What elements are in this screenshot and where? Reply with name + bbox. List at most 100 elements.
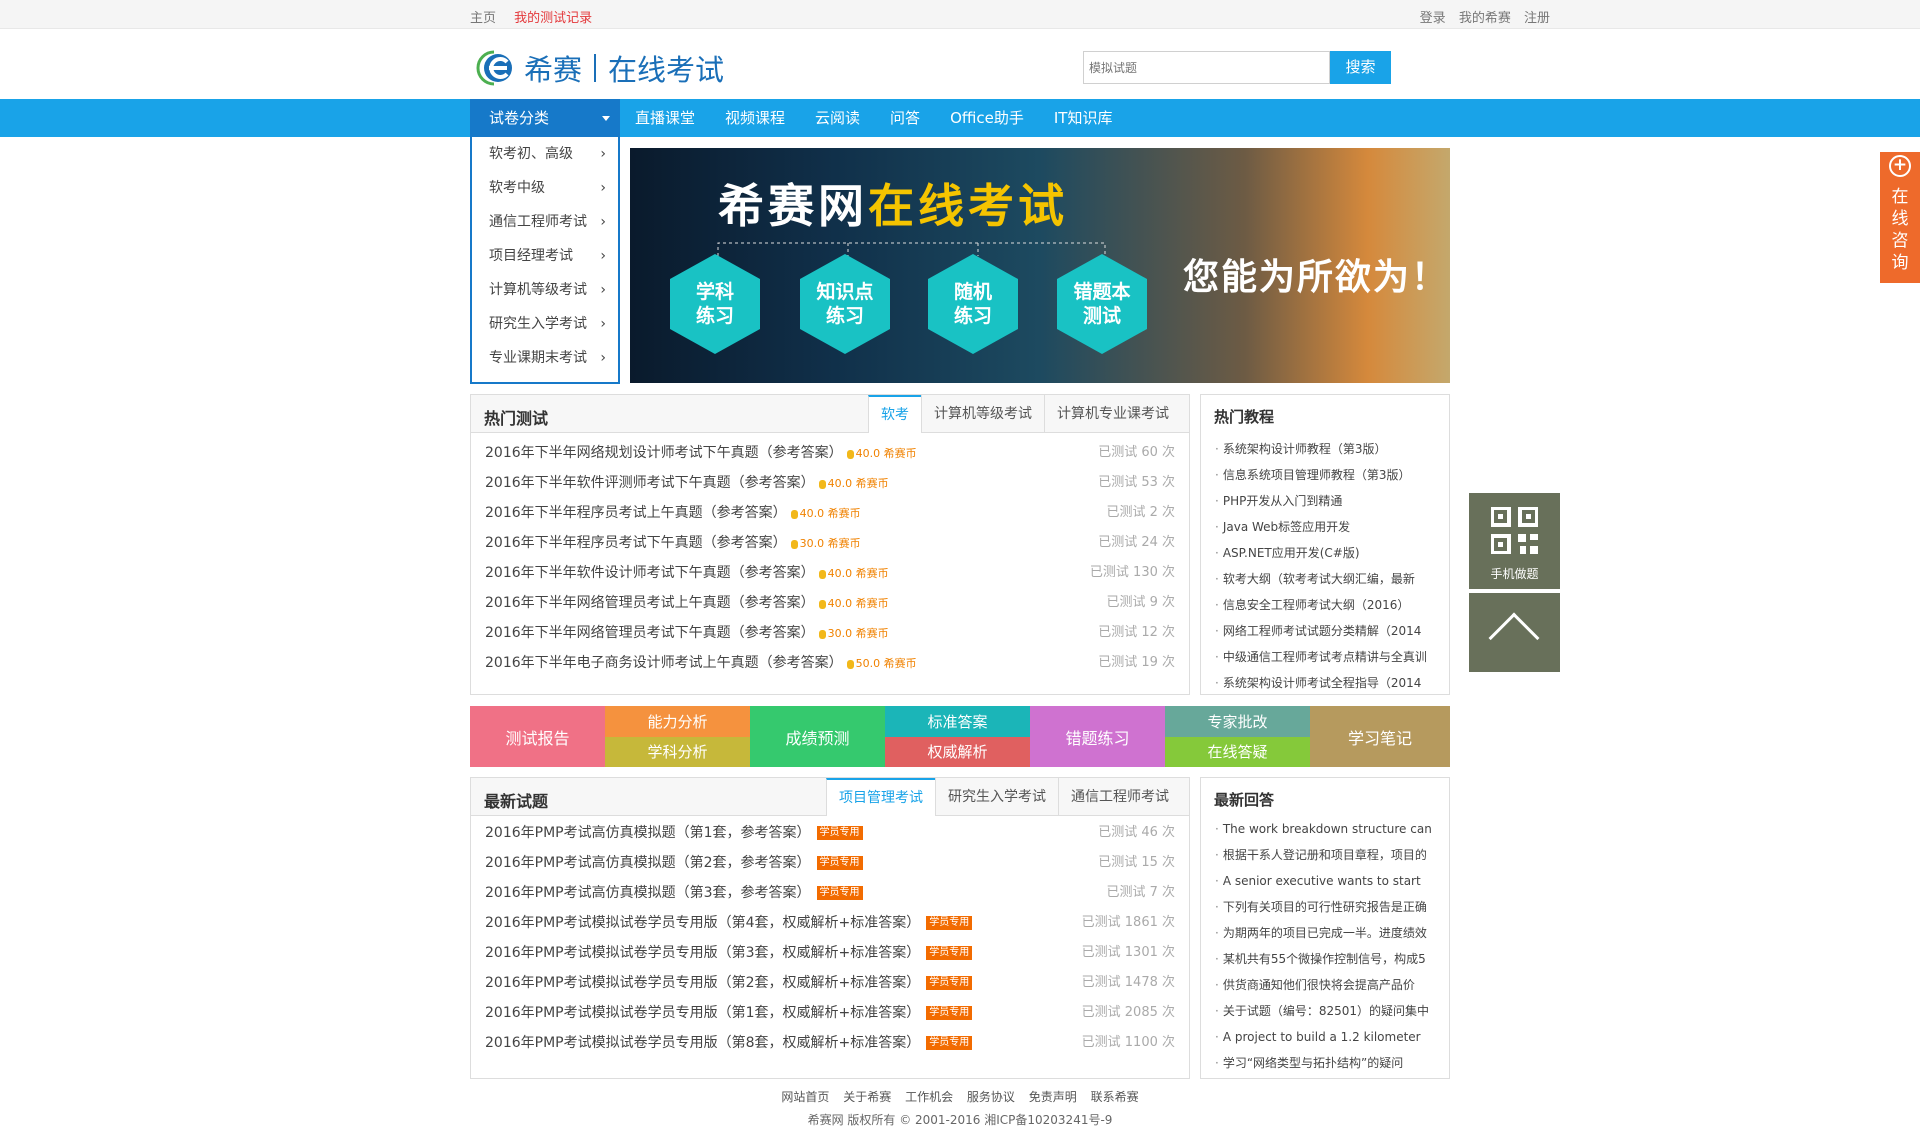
- tutorial-link[interactable]: PHP开发从入门到精通: [1215, 488, 1441, 514]
- nav-video-courses[interactable]: 视频课程: [725, 99, 785, 137]
- test-name[interactable]: 2016年下半年电子商务设计师考试上午真题（参考答案）: [485, 655, 843, 671]
- feature-test-report[interactable]: 测试报告: [470, 706, 605, 767]
- test-name[interactable]: 2016年下半年网络管理员考试上午真题（参考答案）: [485, 595, 815, 611]
- register-link[interactable]: 注册: [1524, 11, 1550, 26]
- feature-wrong-practice[interactable]: 错题练习: [1030, 706, 1165, 767]
- test-name[interactable]: 2016年下半年软件评测师考试下午真题（参考答案）: [485, 475, 815, 491]
- feature-standard-answer[interactable]: 标准答案: [885, 706, 1030, 737]
- answer-link[interactable]: 为期两年的项目已完成一半。进度绩效: [1215, 920, 1441, 946]
- tab-communication-engineer[interactable]: 通信工程师考试: [1058, 778, 1181, 816]
- hot-test-row[interactable]: 2016年下半年软件评测师考试下午真题（参考答案） 40.0 希赛币 已测试 53 …: [485, 468, 1175, 498]
- nav-qa[interactable]: 问答: [890, 99, 920, 137]
- answer-link[interactable]: 下列有关项目的可行性研究报告是正确: [1215, 894, 1441, 920]
- latest-test-row[interactable]: 2016年PMP考试模拟试卷学员专用版（第8套，权威解析+标准答案） 学员专用 已测…: [485, 1028, 1175, 1058]
- test-name[interactable]: 2016年PMP考试高仿真模拟题（第3套，参考答案）: [485, 885, 811, 901]
- my-tests-link[interactable]: 我的测试记录: [514, 11, 592, 26]
- tab-computer-level[interactable]: 计算机等级考试: [921, 395, 1044, 433]
- footer-link-home[interactable]: 网站首页: [781, 1090, 829, 1104]
- hot-test-row[interactable]: 2016年下半年程序员考试下午真题（参考答案） 30.0 希赛币 已测试 24 次: [485, 528, 1175, 558]
- tutorial-link[interactable]: ASP.NET应用开发(C#版): [1215, 540, 1441, 566]
- feature-subject-analysis[interactable]: 学科分析: [605, 736, 750, 767]
- feature-online-qa[interactable]: 在线答疑: [1165, 736, 1310, 767]
- feature-expert-review[interactable]: 专家批改: [1165, 706, 1310, 737]
- feature-authority-analysis[interactable]: 权威解析: [885, 736, 1030, 767]
- latest-test-row[interactable]: 2016年PMP考试模拟试卷学员专用版（第3套，权威解析+标准答案） 学员专用 已测…: [485, 938, 1175, 968]
- feature-ability-analysis[interactable]: 能力分析: [605, 706, 750, 737]
- test-name[interactable]: 2016年下半年网络管理员考试下午真题（参考答案）: [485, 625, 815, 641]
- search-input[interactable]: [1083, 51, 1330, 84]
- search-button[interactable]: 搜索: [1330, 51, 1391, 84]
- latest-test-row[interactable]: 2016年PMP考试模拟试卷学员专用版（第1套，权威解析+标准答案） 学员专用 已测…: [485, 998, 1175, 1028]
- test-name[interactable]: 2016年PMP考试模拟试卷学员专用版（第4套，权威解析+标准答案）: [485, 915, 920, 931]
- answer-link[interactable]: 关于试题（编号：82501）的疑问集中: [1215, 998, 1441, 1024]
- tutorial-link[interactable]: 系统架构设计师考试全程指导（2014: [1215, 670, 1441, 696]
- tutorial-link[interactable]: 网络工程师考试试题分类精解（2014: [1215, 618, 1441, 644]
- tab-postgraduate[interactable]: 研究生入学考试: [935, 778, 1058, 816]
- login-link[interactable]: 登录: [1420, 11, 1446, 26]
- answer-link[interactable]: 供货商通知他们很快将会提高产品价: [1215, 972, 1441, 998]
- category-item[interactable]: 专业课期末考试 ›: [472, 341, 618, 375]
- test-name[interactable]: 2016年PMP考试高仿真模拟题（第1套，参考答案）: [485, 825, 811, 841]
- hot-test-row[interactable]: 2016年下半年软件设计师考试下午真题（参考答案） 40.0 希赛币 已测试 130…: [485, 558, 1175, 588]
- my-xisai-link[interactable]: 我的希赛: [1459, 11, 1511, 26]
- test-name[interactable]: 2016年PMP考试模拟试卷学员专用版（第2套，权威解析+标准答案）: [485, 975, 920, 991]
- hot-test-row[interactable]: 2016年下半年程序员考试上午真题（参考答案） 40.0 希赛币 已测试 2 次: [485, 498, 1175, 528]
- latest-test-row[interactable]: 2016年PMP考试模拟试卷学员专用版（第2套，权威解析+标准答案） 学员专用 已测…: [485, 968, 1175, 998]
- test-name[interactable]: 2016年PMP考试模拟试卷学员专用版（第3套，权威解析+标准答案）: [485, 945, 920, 961]
- tutorial-link[interactable]: 软考大纲（软考考试大纲汇编，最新: [1215, 566, 1441, 592]
- footer-link-about[interactable]: 关于希赛: [843, 1090, 891, 1104]
- hot-test-row[interactable]: 2016年下半年电子商务设计师考试上午真题（参考答案） 50.0 希赛币 已测试 1…: [485, 648, 1175, 678]
- footer-link-contact[interactable]: 联系希赛: [1091, 1090, 1139, 1104]
- back-to-top-button[interactable]: [1469, 593, 1560, 672]
- tutorial-link[interactable]: 中级通信工程师考试考点精讲与全真训: [1215, 644, 1441, 670]
- feature-study-notes[interactable]: 学习笔记: [1310, 706, 1450, 767]
- category-item[interactable]: 研究生入学考试 ›: [472, 307, 618, 341]
- footer-link-disclaimer[interactable]: 免责声明: [1029, 1090, 1077, 1104]
- category-item[interactable]: 通信工程师考试 ›: [472, 205, 618, 239]
- nav-it-knowledge[interactable]: IT知识库: [1054, 99, 1113, 137]
- hot-test-row[interactable]: 2016年下半年网络规划设计师考试下午真题（参考答案） 40.0 希赛币 已测试 6…: [485, 438, 1175, 468]
- category-item[interactable]: 软考中级 ›: [472, 171, 618, 205]
- tutorial-link[interactable]: 系统架构设计师教程（第3版）: [1215, 436, 1441, 462]
- category-item[interactable]: 软考初、高级 ›: [472, 137, 618, 171]
- promo-banner[interactable]: 希赛网在线考试 学科 练习 知识点 练习 随机 练习 错题本 测试 您能为所欲为…: [630, 148, 1450, 383]
- test-name[interactable]: 2016年下半年软件设计师考试下午真题（参考答案）: [485, 565, 815, 581]
- answer-link[interactable]: 学习“网络类型与拓扑结构”的疑问: [1215, 1050, 1441, 1076]
- footer-link-terms[interactable]: 服务协议: [967, 1090, 1015, 1104]
- category-item[interactable]: 项目经理考试 ›: [472, 239, 618, 273]
- tutorial-link[interactable]: 信息系统项目管理师教程（第3版）: [1215, 462, 1441, 488]
- hot-test-row[interactable]: 2016年下半年网络管理员考试下午真题（参考答案） 30.0 希赛币 已测试 12 …: [485, 618, 1175, 648]
- tab-computer-major[interactable]: 计算机专业课考试: [1044, 395, 1181, 433]
- answer-link[interactable]: A senior executive wants to start: [1215, 868, 1441, 894]
- footer-link-jobs[interactable]: 工作机会: [905, 1090, 953, 1104]
- online-consult-button[interactable]: + 在线咨询: [1880, 152, 1920, 283]
- category-item[interactable]: 计算机等级考试 ›: [472, 273, 618, 307]
- latest-test-row[interactable]: 2016年PMP考试模拟试卷学员专用版（第4套，权威解析+标准答案） 学员专用 已测…: [485, 908, 1175, 938]
- test-name[interactable]: 2016年PMP考试模拟试卷学员专用版（第8套，权威解析+标准答案）: [485, 1035, 920, 1051]
- nav-cloud-read[interactable]: 云阅读: [815, 99, 860, 137]
- tab-ruankao[interactable]: 软考: [868, 395, 921, 433]
- tutorial-link[interactable]: Java Web标签应用开发: [1215, 514, 1441, 540]
- test-name[interactable]: 2016年PMP考试高仿真模拟题（第2套，参考答案）: [485, 855, 811, 871]
- test-name[interactable]: 2016年下半年程序员考试下午真题（参考答案）: [485, 535, 787, 551]
- hot-test-row[interactable]: 2016年下半年网络管理员考试上午真题（参考答案） 40.0 希赛币 已测试 9 次: [485, 588, 1175, 618]
- answer-link[interactable]: A project to build a 1.2 kilometer: [1215, 1024, 1441, 1050]
- nav-live-class[interactable]: 直播课堂: [635, 99, 695, 137]
- latest-test-row[interactable]: 2016年PMP考试高仿真模拟题（第3套，参考答案） 学员专用 已测试 7 次: [485, 878, 1175, 908]
- answer-link[interactable]: 根据干系人登记册和项目章程，项目的: [1215, 842, 1441, 868]
- site-logo[interactable]: 希赛 在线考试: [472, 47, 724, 89]
- tab-project-management[interactable]: 项目管理考试: [826, 778, 935, 816]
- answer-link[interactable]: The work breakdown structure can: [1215, 816, 1441, 842]
- home-link[interactable]: 主页: [470, 11, 496, 26]
- test-name[interactable]: 2016年下半年程序员考试上午真题（参考答案）: [485, 505, 787, 521]
- nav-office-helper[interactable]: Office助手: [950, 99, 1024, 137]
- latest-test-row[interactable]: 2016年PMP考试高仿真模拟题（第2套，参考答案） 学员专用 已测试 15 次: [485, 848, 1175, 878]
- answer-link[interactable]: 某机共有55个微操作控制信号，构成5: [1215, 946, 1441, 972]
- category-dropdown[interactable]: 试卷分类: [470, 99, 620, 137]
- test-name[interactable]: 2016年PMP考试模拟试卷学员专用版（第1套，权威解析+标准答案）: [485, 1005, 920, 1021]
- feature-score-predict[interactable]: 成绩预测: [750, 706, 885, 767]
- mobile-qr-button[interactable]: 手机做题: [1469, 493, 1560, 589]
- test-name[interactable]: 2016年下半年网络规划设计师考试下午真题（参考答案）: [485, 445, 843, 461]
- latest-test-row[interactable]: 2016年PMP考试高仿真模拟题（第1套，参考答案） 学员专用 已测试 46 次: [485, 818, 1175, 848]
- tutorial-link[interactable]: 信息安全工程师考试大纲（2016）: [1215, 592, 1441, 618]
